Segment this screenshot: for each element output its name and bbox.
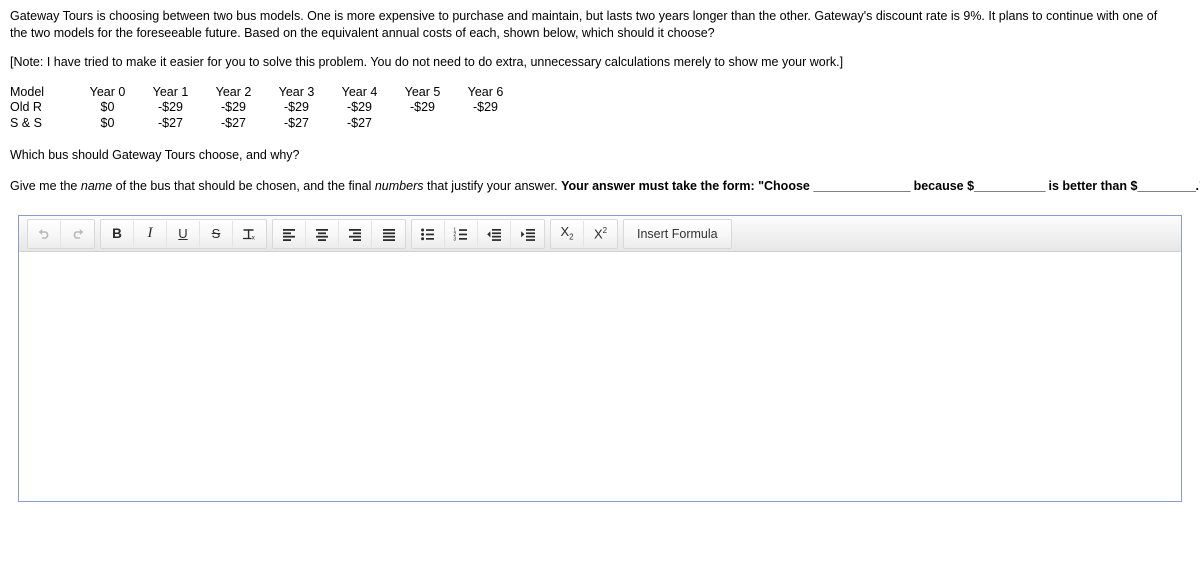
editor-content-area[interactable]: [19, 252, 1181, 501]
cell-old-r-year-1: -$29: [157, 100, 184, 114]
italic-icon[interactable]: I: [134, 220, 167, 247]
table-header-year-5: Year 5: [404, 84, 441, 99]
italic-glyph: I: [147, 225, 153, 241]
cell-s-and-s-year-3: -$27: [283, 115, 310, 130]
cell-old-r-year-3: -$29: [283, 100, 310, 114]
table-header-model: Model: [10, 84, 45, 99]
toolbar-group-alignment: [272, 218, 406, 249]
redo-icon[interactable]: [61, 221, 94, 247]
remove-format-icon[interactable]: x: [233, 221, 266, 247]
svg-text:x: x: [252, 234, 256, 241]
bulleted-list-icon[interactable]: [412, 220, 445, 247]
cell-old-r-year-5: -$29: [409, 100, 436, 114]
superscript-glyph: X2: [593, 225, 608, 242]
subscript-glyph: X2: [560, 224, 574, 242]
table-header-year-6: Year 6: [467, 84, 504, 99]
row-label-s-and-s: S & S: [10, 115, 42, 130]
svg-text:3: 3: [453, 236, 456, 240]
instruction-part-2: of the bus that should be chosen, and th…: [112, 178, 375, 193]
instruction-italic-name: name: [80, 178, 113, 193]
table-header-row: Model Year 0 Year 1 Year 2 Year 3 Year 4…: [10, 85, 517, 101]
answer-instruction-line: Give me the name of the bus that should …: [10, 178, 1200, 195]
rich-text-editor[interactable]: B I U S x 1 2 3 X2 X2 Insert Formula: [18, 215, 1182, 502]
table-header-year-3: Year 3: [278, 84, 315, 99]
instruction-bold-mid-1: because $: [910, 178, 975, 193]
bold-icon[interactable]: B: [101, 220, 134, 247]
cell-old-r-year-2: -$29: [220, 100, 247, 114]
editor-toolbar: B I U S x 1 2 3 X2 X2 Insert Formula: [19, 216, 1181, 252]
cell-s-and-s-year-2: -$27: [220, 115, 247, 130]
cell-old-r-year-6: -$29: [472, 100, 499, 114]
strikethrough-glyph: S: [211, 226, 221, 241]
table-header-year-1: Year 1: [152, 84, 189, 99]
table-header-year-2: Year 2: [215, 84, 252, 99]
underline-icon[interactable]: U: [167, 220, 200, 247]
cell-old-r-year-0: $0: [100, 100, 115, 114]
toolbar-group-formula: Insert Formula: [623, 218, 732, 249]
underline-glyph: U: [178, 226, 188, 241]
toolbar-group-script: X2 X2: [550, 218, 618, 249]
answer-blank-name: _______________: [813, 178, 911, 193]
cell-s-and-s-year-6: [454, 116, 517, 132]
toolbar-group-history: [27, 218, 95, 249]
toolbar-group-text-format: B I U S x: [100, 218, 267, 249]
cashflow-table: Model Year 0 Year 1 Year 2 Year 3 Year 4…: [10, 85, 517, 132]
align-left-icon[interactable]: [273, 220, 306, 247]
instruction-part-1: Give me the: [10, 178, 81, 193]
cell-s-and-s-year-4: -$27: [346, 115, 373, 130]
strikethrough-icon[interactable]: S: [200, 220, 233, 247]
answer-blank-value-1: ___________: [974, 178, 1046, 193]
align-justify-icon[interactable]: [372, 221, 405, 247]
cell-s-and-s-year-5: [391, 116, 454, 132]
table-row: Old R $0 -$29 -$29 -$29 -$29 -$29 -$29: [10, 100, 517, 116]
cell-old-r-year-4: -$29: [346, 100, 373, 114]
row-label-old-r: Old R: [10, 100, 42, 114]
cell-s-and-s-year-1: -$27: [157, 115, 184, 130]
question-line: Which bus should Gateway Tours choose, a…: [10, 148, 300, 162]
indent-icon[interactable]: [511, 221, 544, 247]
undo-icon[interactable]: [28, 220, 61, 247]
toolbar-group-lists-indent: 1 2 3: [411, 218, 545, 249]
instruction-bold-lead: Your answer must take the form: "Choose: [561, 178, 814, 193]
answer-blank-value-2: _________: [1137, 178, 1196, 193]
assignment-page: Gateway Tours is choosing between two bu…: [0, 0, 1200, 502]
problem-paragraph-1: Gateway Tours is choosing between two bu…: [10, 9, 1158, 40]
table-header-year-0: Year 0: [89, 84, 126, 99]
insert-formula-button[interactable]: Insert Formula: [624, 221, 731, 247]
instruction-bold-mid-2: is better than $: [1045, 178, 1138, 193]
cell-s-and-s-year-0: $0: [100, 115, 115, 130]
align-center-icon[interactable]: [306, 220, 339, 247]
problem-note: [Note: I have tried to make it easier fo…: [10, 55, 844, 69]
instruction-italic-numbers: numbers: [374, 178, 424, 193]
instruction-bold-end: .": [1195, 178, 1200, 193]
table-header-year-4: Year 4: [341, 84, 378, 99]
align-right-icon[interactable]: [339, 220, 372, 247]
table-row: S & S $0 -$27 -$27 -$27 -$27: [10, 116, 517, 132]
subscript-icon[interactable]: X2: [551, 220, 584, 247]
bold-glyph: B: [112, 225, 122, 241]
superscript-icon[interactable]: X2: [584, 221, 617, 247]
outdent-icon[interactable]: [478, 220, 511, 247]
instruction-part-3: that justify your answer.: [423, 178, 562, 193]
numbered-list-icon[interactable]: 1 2 3: [445, 220, 478, 247]
